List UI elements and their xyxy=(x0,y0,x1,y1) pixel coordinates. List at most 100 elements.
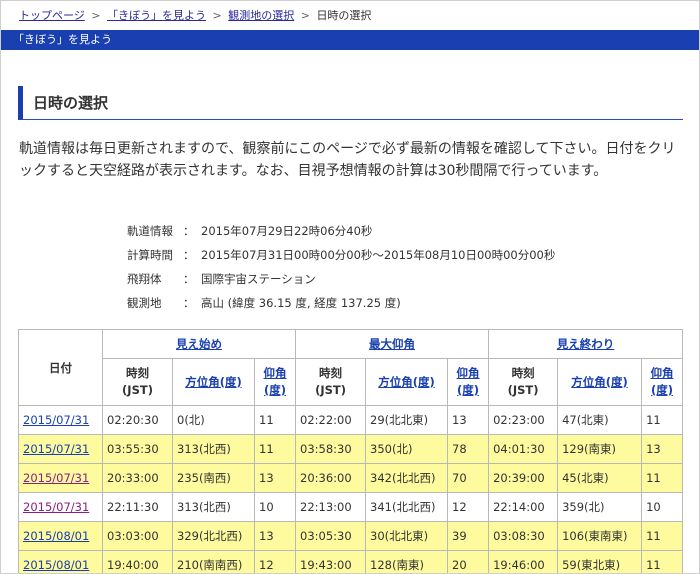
start-elevation-cell: 10 xyxy=(253,492,297,522)
start-elevation-cell: 13 xyxy=(253,463,297,493)
info-value: 高山 (緯度 36.15 度, 経度 137.25 度) xyxy=(201,296,401,310)
start-azimuth-cell: 210(南南西) xyxy=(172,550,255,573)
date-link[interactable]: 2015/07/31 xyxy=(23,500,89,514)
start-azimuth-cell: 313(北西) xyxy=(172,492,255,522)
elevation-header: 仰角 (度) xyxy=(447,358,490,406)
date-cell: 2015/07/31 xyxy=(18,434,103,464)
azimuth-header: 方位角(度) xyxy=(172,358,255,406)
info-colon: ： xyxy=(183,248,195,262)
start-time-cell: 19:40:00 xyxy=(102,550,173,573)
max-azimuth-cell: 30(北北東) xyxy=(365,521,449,551)
info-label: 飛翔体 xyxy=(127,272,162,286)
start-azimuth-cell: 329(北北西) xyxy=(172,521,255,551)
info-row-location: 観測地 ： 高山 (緯度 36.15 度, 経度 137.25 度) xyxy=(127,291,555,315)
sort-link-elevation-unit[interactable]: (度) xyxy=(651,383,673,397)
end-time-cell: 22:14:00 xyxy=(488,492,559,522)
max-time-cell: 20:36:00 xyxy=(295,463,367,493)
max-azimuth-cell: 29(北北東) xyxy=(365,405,449,435)
sort-link-elevation-label[interactable]: 仰角 xyxy=(264,366,287,380)
breadcrumb-separator: > xyxy=(212,9,222,22)
end-azimuth-cell: 359(北) xyxy=(557,492,643,522)
sort-link-elevation-unit[interactable]: (度) xyxy=(264,383,286,397)
end-time-cell: 02:23:00 xyxy=(488,405,559,435)
info-colon: ： xyxy=(183,224,195,238)
breadcrumb-link-kibo[interactable]: 「きぼう」を見よう xyxy=(107,9,206,22)
table-row: 2015/08/01 19:40:00 210(南南西) 12 19:43:00… xyxy=(18,550,684,573)
max-azimuth-cell: 342(北北西) xyxy=(365,463,449,493)
max-elevation-cell: 70 xyxy=(447,463,490,493)
end-elevation-cell: 11 xyxy=(641,521,684,551)
date-link[interactable]: 2015/08/01 xyxy=(23,558,89,572)
max-time-cell: 19:43:00 xyxy=(295,550,367,573)
max-azimuth-cell: 128(南東) xyxy=(365,550,449,573)
breadcrumb-link-top[interactable]: トップページ xyxy=(19,9,85,22)
group-header-max: 最大仰角 xyxy=(295,329,490,359)
max-elevation-cell: 39 xyxy=(447,521,490,551)
end-azimuth-cell: 47(北東) xyxy=(557,405,643,435)
sort-link-end[interactable]: 見え終わり xyxy=(557,337,615,351)
breadcrumb: トップページ > 「きぼう」を見よう > 観測地の選択 > 日時の選択 xyxy=(19,7,371,23)
info-row-period: 計算時間 ： 2015年07月31日00時00分00秒～2015年08月10日00時… xyxy=(127,243,555,267)
max-elevation-cell: 13 xyxy=(447,405,490,435)
max-azimuth-cell: 341(北北西) xyxy=(365,492,449,522)
azimuth-header: 方位角(度) xyxy=(557,358,643,406)
breadcrumb-link-location[interactable]: 観測地の選択 xyxy=(228,9,294,22)
start-elevation-cell: 11 xyxy=(253,434,297,464)
info-value: 2015年07月29日22時06分40秒 xyxy=(201,224,373,238)
end-elevation-cell: 11 xyxy=(641,405,684,435)
end-elevation-cell: 13 xyxy=(641,434,684,464)
table-row: 2015/07/31 02:20:30 0(北) 11 02:22:00 29(… xyxy=(18,405,684,435)
info-label: 軌道情報 xyxy=(127,224,173,238)
time-header-unit: (JST) xyxy=(122,383,153,397)
table-row: 2015/07/31 20:33:00 235(南西) 13 20:36:00 … xyxy=(18,463,684,493)
max-elevation-cell: 78 xyxy=(447,434,490,464)
end-azimuth-cell: 59(東北東) xyxy=(557,550,643,573)
start-elevation-cell: 12 xyxy=(253,550,297,573)
max-azimuth-cell: 350(北) xyxy=(365,434,449,464)
sort-link-elevation-label[interactable]: 仰角 xyxy=(457,366,480,380)
end-azimuth-cell: 129(南東) xyxy=(557,434,643,464)
date-cell: 2015/07/31 xyxy=(18,463,103,493)
sort-link-azimuth[interactable]: 方位角(度) xyxy=(185,375,242,389)
max-time-cell: 03:58:30 xyxy=(295,434,367,464)
date-link[interactable]: 2015/07/31 xyxy=(23,442,89,456)
section-title-bar: 「きぼう」を見よう xyxy=(1,30,699,50)
date-link[interactable]: 2015/08/01 xyxy=(23,529,89,543)
sort-link-azimuth[interactable]: 方位角(度) xyxy=(378,375,435,389)
end-azimuth-cell: 106(東南東) xyxy=(557,521,643,551)
visible-passes-table: 日付 見え始め 最大仰角 見え終わり 時刻 (JST) 方位角(度) 仰角 (度) … xyxy=(18,329,684,573)
group-header-start: 見え始め xyxy=(101,329,297,359)
start-elevation-cell: 11 xyxy=(253,405,297,435)
end-time-cell: 19:46:00 xyxy=(488,550,559,573)
end-elevation-cell: 11 xyxy=(641,550,684,573)
breadcrumb-separator: > xyxy=(300,9,310,22)
max-time-cell: 03:05:30 xyxy=(295,521,367,551)
time-header-label: 時刻 xyxy=(126,366,149,380)
time-header-label: 時刻 xyxy=(511,366,535,380)
start-azimuth-cell: 235(南西) xyxy=(172,463,255,493)
time-header: 時刻 (JST) xyxy=(488,358,559,406)
date-link[interactable]: 2015/07/31 xyxy=(23,471,89,485)
end-azimuth-cell: 45(北東) xyxy=(557,463,643,493)
info-colon: ： xyxy=(183,272,195,286)
date-link[interactable]: 2015/07/31 xyxy=(23,413,89,427)
info-row-object: 飛翔体 ： 国際宇宙ステーション xyxy=(127,267,555,291)
table-row: 2015/07/31 22:11:30 313(北西) 10 22:13:00 … xyxy=(18,492,684,522)
start-azimuth-cell: 0(北) xyxy=(172,405,255,435)
max-time-cell: 22:13:00 xyxy=(295,492,367,522)
sort-link-elevation-label[interactable]: 仰角 xyxy=(651,366,674,380)
elevation-header: 仰角 (度) xyxy=(253,358,297,406)
sort-link-max[interactable]: 最大仰角 xyxy=(369,337,415,351)
start-time-cell: 22:11:30 xyxy=(102,492,173,522)
info-value: 国際宇宙ステーション xyxy=(201,272,316,286)
start-azimuth-cell: 313(北西) xyxy=(172,434,255,464)
table-row: 2015/07/31 03:55:30 313(北西) 11 03:58:30 … xyxy=(18,434,684,464)
date-cell: 2015/07/31 xyxy=(18,405,103,435)
sort-link-elevation-unit[interactable]: (度) xyxy=(457,383,479,397)
sort-link-azimuth[interactable]: 方位角(度) xyxy=(571,375,628,389)
sort-link-start[interactable]: 見え始め xyxy=(176,337,222,351)
time-header-unit: (JST) xyxy=(315,383,346,397)
end-time-cell: 04:01:30 xyxy=(488,434,559,464)
table-row: 2015/08/01 03:03:00 329(北北西) 13 03:05:30… xyxy=(18,521,684,551)
breadcrumb-current: 日時の選択 xyxy=(316,9,372,22)
